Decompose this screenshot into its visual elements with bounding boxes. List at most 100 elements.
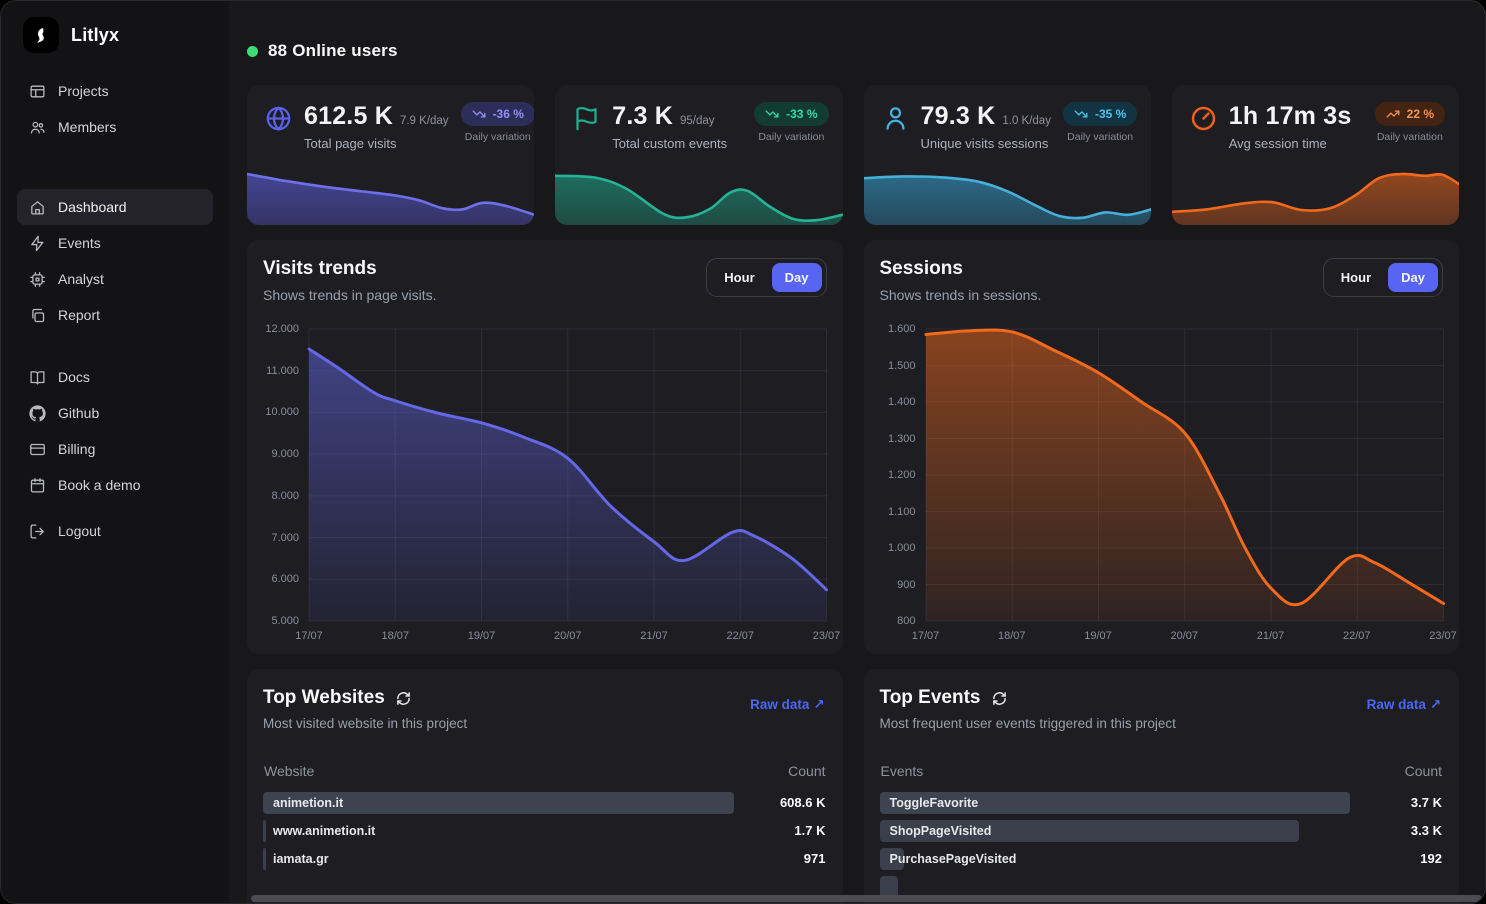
sidebar-item-label: Billing [58,441,95,457]
top-websites-card: Top Websites Most visited website in thi… [247,669,843,904]
table-row[interactable]: PurchasePageVisited192 [880,848,1444,870]
x-axis: 17/0718/0719/0720/0721/0722/0723/07 [309,630,827,648]
raw-data-link[interactable]: Raw data ↗ [750,697,824,713]
stat-card-total-page-visits: 612.5 K7.9 K/day Total page visits -36 %… [247,85,534,225]
x-tick-label: 18/07 [998,630,1026,642]
online-users-count: 88 Online users [268,41,398,61]
y-tick-label: 8.000 [271,490,299,502]
x-tick-label: 17/07 [295,630,323,642]
column-header-right: Count [1405,763,1442,779]
raw-data-link[interactable]: Raw data ↗ [1367,697,1441,713]
horizontal-scrollbar[interactable] [251,895,1482,902]
chart-subtitle: Shows trends in page visits. [263,287,437,303]
refresh-icon[interactable] [396,691,411,706]
y-axis: 12.00011.00010.0009.0008.0007.0006.0005.… [263,329,309,621]
sidebar-item-label: Analyst [58,271,104,287]
stat-label: Avg session time [1229,136,1359,151]
sidebar-item-events[interactable]: Events [17,225,213,261]
refresh-icon[interactable] [992,691,1007,706]
chart-title: Visits trends [263,258,437,280]
toggle-day-button[interactable]: Day [1388,263,1438,292]
github-icon [29,405,46,422]
sidebar-item-label: Book a demo [58,477,141,493]
x-axis: 17/0718/0719/0720/0721/0722/0723/07 [926,630,1444,648]
y-tick-label: 11.000 [266,365,299,377]
chart-title: Sessions [880,258,1042,280]
table-title: Top Websites [263,687,385,709]
y-tick-label: 6.000 [271,573,299,585]
table-row[interactable]: www.animetion.it1.7 K [263,820,827,842]
x-tick-label: 20/07 [554,630,582,642]
sidebar: Litlyx Projects Members Dashboard Events [1,1,229,903]
chart-canvas [926,329,1444,621]
table-row[interactable]: ShopPageVisited3.3 K [880,820,1444,842]
table-subtitle: Most frequent user events triggered in t… [880,716,1444,731]
top-events-card: Top Events Most frequent user events tri… [864,669,1460,904]
sessions-chart-card: Sessions Shows trends in sessions. Hour … [864,240,1460,654]
x-tick-label: 21/07 [1257,630,1285,642]
stat-rate: 7.9 K/day [400,115,449,127]
app-window: Litlyx Projects Members Dashboard Events [0,0,1486,904]
sidebar-item-report[interactable]: Report [17,297,213,333]
stat-rate: 95/day [680,115,715,127]
sparkline-canvas [864,165,1151,225]
trending-up-icon [1386,107,1400,121]
book-icon [29,369,46,386]
sidebar-item-label: Docs [58,369,90,385]
charts-row: Visits trends Shows trends in page visit… [247,240,1459,654]
y-tick-label: 800 [897,615,915,627]
chart-canvas [309,329,827,621]
sidebar-item-dashboard[interactable]: Dashboard [17,189,213,225]
table-row[interactable]: ToggleFavorite3.7 K [880,792,1444,814]
sidebar-item-label: Logout [58,523,101,539]
sparkline [1172,165,1459,225]
table-row[interactable]: animetion.it608.6 K [263,792,827,814]
column-header-right: Count [788,763,825,779]
stat-card-unique-visits-sessions: 79.3 K1.0 K/day Unique visits sessions -… [864,85,1151,225]
toggle-day-button[interactable]: Day [772,263,822,292]
sidebar-item-members[interactable]: Members [17,109,213,145]
stat-value: 1h 17m 3s [1229,102,1352,131]
toggle-hour-button[interactable]: Hour [1328,263,1384,292]
y-tick-label: 1.000 [888,542,916,554]
sidebar-secondary-group: Docs Github Billing Book a demo [17,359,213,503]
sidebar-item-book-a-demo[interactable]: Book a demo [17,467,213,503]
rank-bar [263,820,266,842]
column-header-left: Website [264,763,314,779]
external-arrow-icon: ↗ [1430,697,1441,712]
sidebar-item-docs[interactable]: Docs [17,359,213,395]
sidebar-item-label: Dashboard [58,199,127,215]
chart-subtitle: Shows trends in sessions. [880,287,1042,303]
sidebar-item-billing[interactable]: Billing [17,431,213,467]
user-icon [882,105,909,132]
y-tick-label: 7.000 [271,532,299,544]
table-row[interactable]: iamata.gr971 [263,848,827,870]
sidebar-item-analyst[interactable]: Analyst [17,261,213,297]
interval-toggle: Hour Day [1323,258,1443,297]
stat-card-avg-session-time: 1h 17m 3s Avg session time 22 % Daily va… [1172,85,1459,225]
variation-label: Daily variation [461,131,535,143]
sidebar-item-label: Report [58,307,100,323]
stat-value: 7.3 K [612,102,673,131]
sparkline-canvas [555,165,842,225]
external-arrow-icon: ↗ [813,697,824,712]
y-tick-label: 12.000 [265,323,299,335]
sparkline-canvas [247,165,534,225]
rank-bar [263,848,266,870]
sidebar-item-github[interactable]: Github [17,395,213,431]
toggle-hour-button[interactable]: Hour [711,263,767,292]
sidebar-item-label: Events [58,235,101,251]
copy-icon [29,307,46,324]
x-tick-label: 17/07 [912,630,940,642]
flag-icon [573,105,600,132]
sparkline [555,165,842,225]
y-axis: 1.6001.5001.4001.3001.2001.1001.00090080… [880,329,926,621]
sidebar-item-projects[interactable]: Projects [17,73,213,109]
sidebar-item-logout[interactable]: Logout [17,513,213,549]
logout-icon [29,523,46,540]
y-tick-label: 1.500 [888,360,916,372]
sparkline [864,165,1151,225]
stat-label: Unique visits sessions [921,136,1051,151]
variation-badge: -36 % [461,102,535,126]
chip-icon [29,271,46,288]
